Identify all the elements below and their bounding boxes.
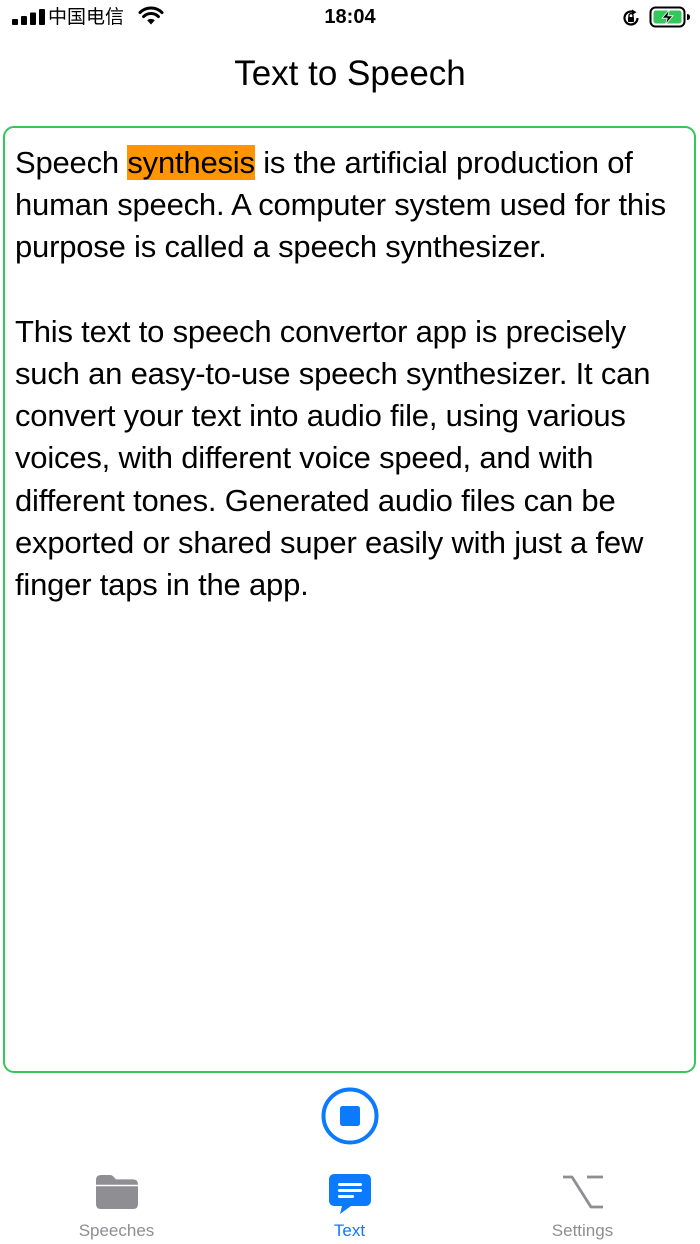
tab-bar: Speeches Text Settings (0, 1160, 700, 1244)
status-bar: 中国电信 18:04 (0, 0, 700, 36)
paragraph-1: Speech synthesis is the artificial produ… (15, 142, 691, 269)
tab-label-speeches: Speeches (78, 1221, 155, 1240)
screen: 中国电信 18:04 Text to Speech Speech synthes… (0, 0, 700, 1244)
text-bubble-icon (328, 1174, 371, 1214)
status-time: 18:04 (324, 6, 376, 28)
spoken-word-highlight: synthesis (127, 145, 255, 180)
stop-icon (321, 1087, 379, 1145)
folder-icon (95, 1175, 138, 1209)
text-before-highlight: Speech (15, 145, 128, 180)
text-content[interactable]: Speech synthesis is the artificial produ… (15, 142, 691, 606)
tab-label-text: Text (333, 1221, 366, 1240)
paragraph-2: This text to speech convertor app is pre… (15, 313, 651, 603)
rotation-lock-icon (623, 9, 639, 26)
tab-text[interactable]: Text (233, 1160, 466, 1244)
tab-speeches[interactable]: Speeches (0, 1160, 233, 1244)
page-title: Text to Speech (234, 54, 466, 93)
option-key-icon (562, 1175, 603, 1209)
text-editor[interactable]: Speech synthesis is the artificial produ… (3, 126, 696, 1073)
battery-charging-icon (649, 6, 690, 28)
tab-settings[interactable]: Settings (466, 1160, 699, 1244)
tab-label-settings: Settings (551, 1221, 614, 1240)
stop-button[interactable] (320, 1086, 380, 1146)
